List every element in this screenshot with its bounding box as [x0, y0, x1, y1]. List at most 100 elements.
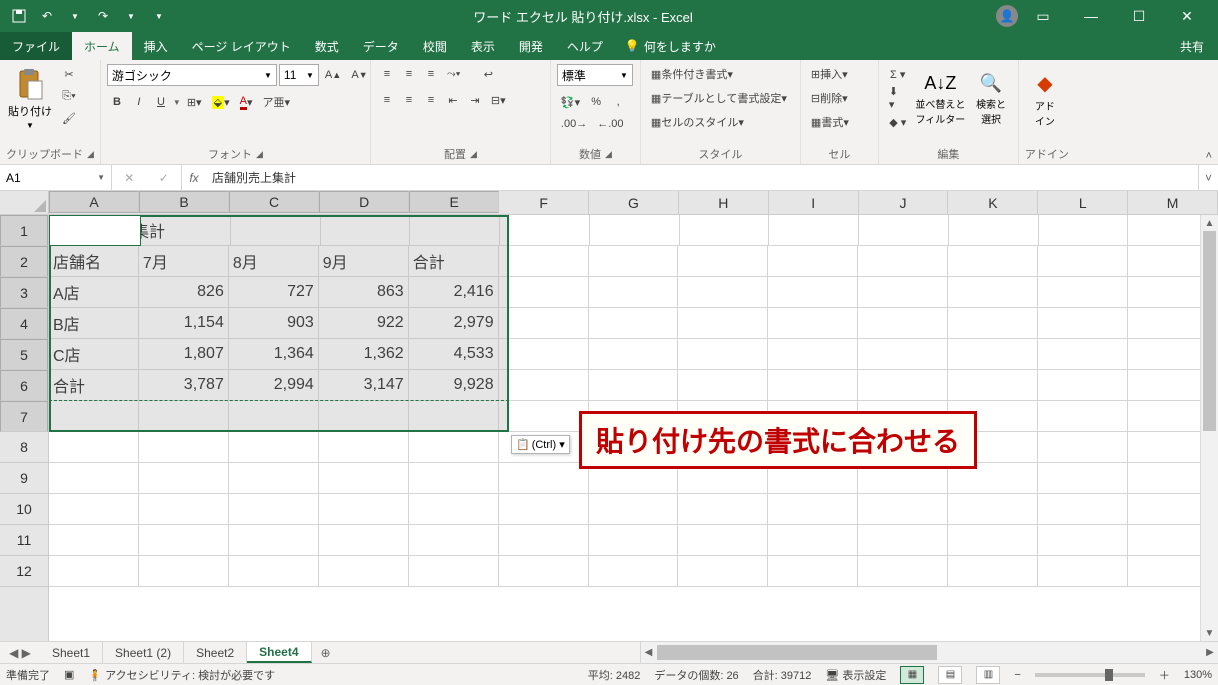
tab-review[interactable]: 校閲	[411, 32, 459, 60]
fx-icon[interactable]: fx	[182, 165, 206, 190]
tab-help[interactable]: ヘルプ	[555, 32, 615, 60]
cell[interactable]	[858, 370, 948, 401]
cell[interactable]	[139, 401, 229, 432]
col-header[interactable]: C	[229, 191, 319, 213]
italic-button[interactable]: I	[129, 92, 149, 112]
launcher-icon[interactable]: ◢	[87, 149, 94, 160]
macro-record-icon[interactable]: ▣	[64, 668, 74, 681]
cell[interactable]	[319, 463, 409, 494]
autosum-icon[interactable]: Σ ▾	[885, 64, 911, 84]
cell[interactable]: 8月	[229, 246, 319, 277]
tab-file[interactable]: ファイル	[0, 32, 72, 60]
fill-color-button[interactable]: ⬙▾	[208, 92, 234, 112]
cell[interactable]: 店舗別売上集計	[49, 215, 141, 246]
sheet-tab[interactable]: Sheet2	[184, 642, 247, 663]
cell[interactable]: 9月	[319, 246, 409, 277]
horizontal-scrollbar[interactable]: ◀ ▶	[640, 642, 1218, 663]
merge-icon[interactable]: ⊟▾	[487, 90, 510, 110]
increase-decimal-icon[interactable]: .00→	[557, 114, 591, 134]
cell[interactable]	[1038, 494, 1128, 525]
col-header[interactable]: J	[859, 191, 949, 214]
cell[interactable]	[139, 556, 229, 587]
qat-customize-icon[interactable]: ▼	[148, 5, 170, 27]
cell[interactable]	[1039, 215, 1129, 246]
cell[interactable]	[589, 370, 679, 401]
cell[interactable]	[1038, 432, 1128, 463]
tab-layout[interactable]: ページ レイアウト	[180, 32, 303, 60]
row-header[interactable]: 7	[0, 401, 48, 432]
cell[interactable]	[229, 494, 319, 525]
cell[interactable]	[139, 525, 229, 556]
cell[interactable]	[499, 246, 589, 277]
cell[interactable]	[409, 494, 499, 525]
sort-filter-button[interactable]: A↓Z 並べ替えと フィルター	[915, 64, 967, 134]
col-header[interactable]: I	[769, 191, 859, 214]
comma-icon[interactable]: ,	[608, 92, 628, 112]
cell[interactable]	[49, 432, 139, 463]
cell[interactable]	[1038, 525, 1128, 556]
cell[interactable]: B店	[49, 308, 139, 339]
cell[interactable]: 826	[139, 277, 229, 308]
row-header[interactable]: 10	[0, 494, 48, 525]
cell[interactable]	[499, 339, 589, 370]
align-center-icon[interactable]: ≡	[399, 90, 419, 110]
cell[interactable]	[321, 215, 411, 246]
cell[interactable]	[678, 525, 768, 556]
percent-icon[interactable]: %	[586, 92, 606, 112]
cell[interactable]	[589, 308, 679, 339]
paste-options-button[interactable]: 📋(Ctrl) ▾	[511, 435, 570, 454]
save-icon[interactable]	[8, 5, 30, 27]
cell[interactable]: 863	[319, 277, 409, 308]
cell[interactable]	[678, 494, 768, 525]
cell[interactable]	[499, 308, 589, 339]
align-right-icon[interactable]: ≡	[421, 90, 441, 110]
cell[interactable]	[858, 494, 948, 525]
tab-data[interactable]: データ	[351, 32, 411, 60]
cell[interactable]	[499, 556, 589, 587]
account-icon[interactable]: 👤	[996, 5, 1018, 27]
cell[interactable]	[139, 432, 229, 463]
font-color-button[interactable]: A▾	[236, 92, 257, 112]
sheet-nav[interactable]: ◀ ▶	[0, 642, 40, 663]
find-select-button[interactable]: 🔍 検索と 選択	[970, 64, 1012, 134]
cell[interactable]	[858, 556, 948, 587]
cell[interactable]	[948, 246, 1038, 277]
col-header[interactable]: E	[409, 191, 499, 213]
cell[interactable]: 922	[319, 308, 409, 339]
row-header[interactable]: 3	[0, 277, 48, 308]
col-header[interactable]: B	[139, 191, 229, 213]
cell[interactable]	[499, 370, 589, 401]
cell[interactable]: 合計	[49, 370, 139, 401]
cell[interactable]: 9,928	[409, 370, 499, 401]
cell[interactable]	[948, 525, 1038, 556]
cell[interactable]: 店舗名	[49, 246, 139, 277]
cell[interactable]	[769, 215, 859, 246]
qat-dropdown-icon[interactable]: ▼	[120, 5, 142, 27]
tellme-search[interactable]: 💡何をしますか	[615, 32, 726, 60]
cell[interactable]	[678, 370, 768, 401]
cell[interactable]	[229, 525, 319, 556]
cell[interactable]	[319, 494, 409, 525]
cell[interactable]: 1,807	[139, 339, 229, 370]
cell[interactable]	[589, 525, 679, 556]
cell[interactable]	[499, 401, 589, 432]
cell[interactable]: 1,364	[229, 339, 319, 370]
select-all-corner[interactable]	[0, 191, 48, 215]
cell[interactable]	[1038, 401, 1128, 432]
copy-button[interactable]: ⎘▾	[58, 86, 80, 106]
cell[interactable]	[1038, 556, 1128, 587]
cell[interactable]	[49, 494, 139, 525]
indent-decrease-icon[interactable]: ⇤	[443, 90, 463, 110]
currency-icon[interactable]: 💱▾	[557, 92, 584, 112]
border-button[interactable]: ⊞▾	[183, 92, 206, 112]
display-settings[interactable]: 🖥 表示設定	[825, 667, 886, 683]
decrease-decimal-icon[interactable]: ←.00	[593, 114, 627, 134]
sheet-tab[interactable]: Sheet1 (2)	[103, 642, 184, 663]
cell[interactable]	[768, 308, 858, 339]
cell[interactable]	[499, 525, 589, 556]
cell[interactable]	[319, 401, 409, 432]
decrease-font-icon[interactable]: A▼	[347, 65, 371, 85]
cell[interactable]	[409, 432, 499, 463]
cell[interactable]	[1038, 463, 1128, 494]
scroll-up-icon[interactable]: ▲	[1201, 215, 1218, 231]
